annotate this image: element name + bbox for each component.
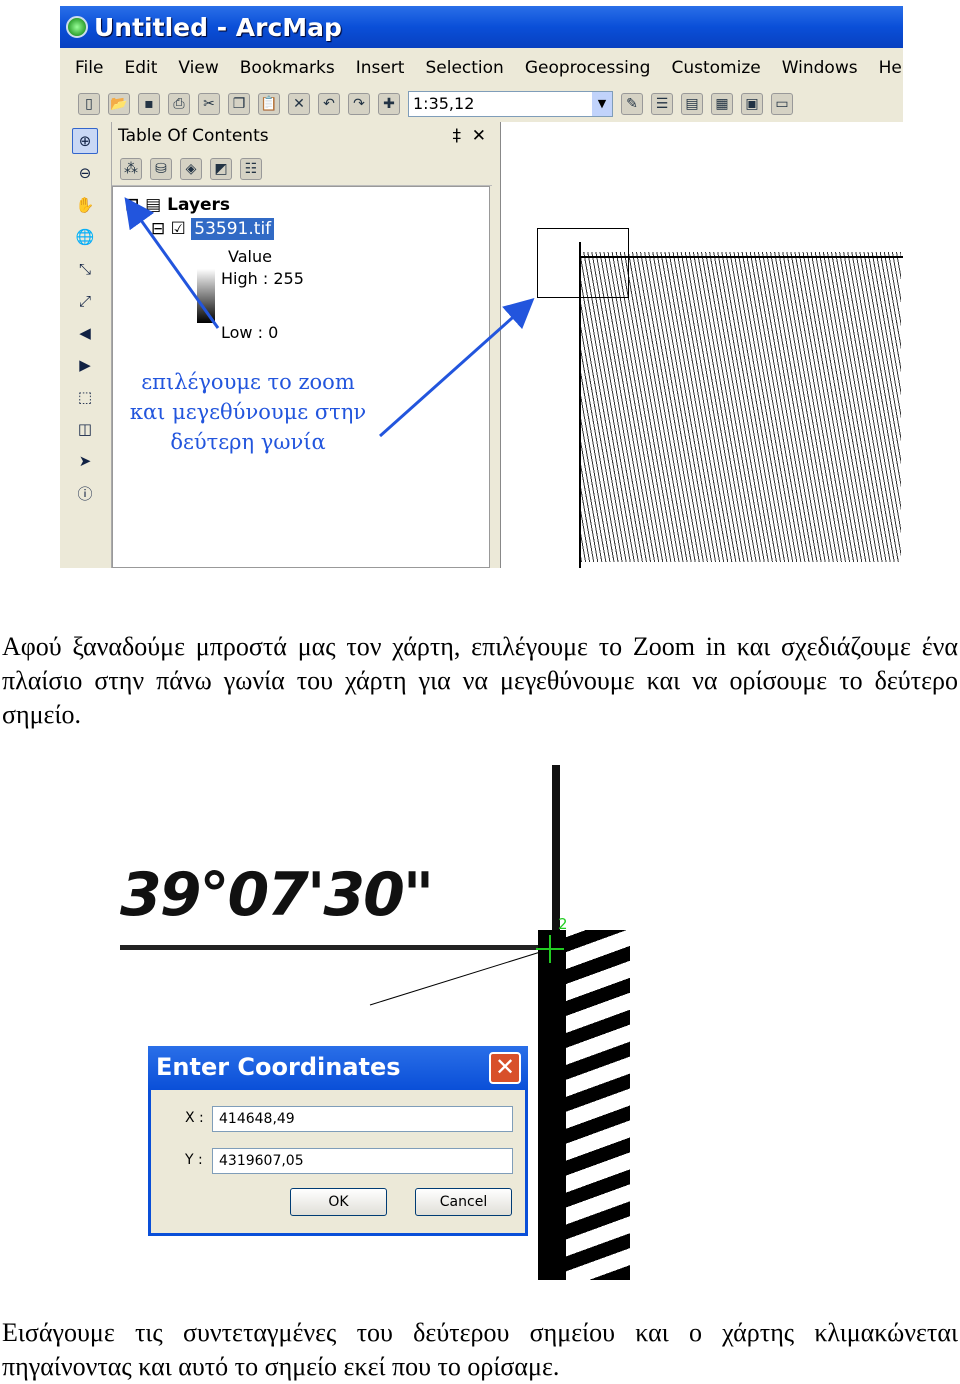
ok-button[interactable]: OK — [290, 1188, 387, 1216]
arcmap-screenshot: Untitled - ArcMap File Edit View Bookmar… — [60, 6, 903, 568]
enter-coordinates-dialog: Enter Coordinates ✕ X : 414648,49 Y : 43… — [148, 1046, 528, 1236]
zoomed-map-screenshot: 39°07'30" 2 Enter Coordinates ✕ X : 4146… — [120, 765, 630, 1280]
x-coordinate-input[interactable]: 414648,49 — [212, 1106, 513, 1132]
cancel-button[interactable]: Cancel — [415, 1188, 512, 1216]
arrow-to-zoom-tool — [124, 197, 220, 329]
paragraph-1: Αφού ξαναδούμε μπροστά μας τον χάρτη, επ… — [2, 632, 958, 729]
arrow-to-corner — [379, 298, 535, 438]
annotation-arrows — [124, 197, 535, 438]
dialog-title: Enter Coordinates — [148, 1046, 528, 1090]
paragraph-2: Εισάγουμε τις συντεταγμένες του δεύτερου… — [2, 1318, 958, 1381]
close-icon[interactable]: ✕ — [489, 1052, 521, 1084]
x-label: X : — [185, 1110, 204, 1126]
y-label: Y : — [185, 1152, 203, 1168]
y-coordinate-input[interactable]: 4319607,05 — [212, 1148, 513, 1174]
control-point-label: 2 — [558, 915, 568, 933]
